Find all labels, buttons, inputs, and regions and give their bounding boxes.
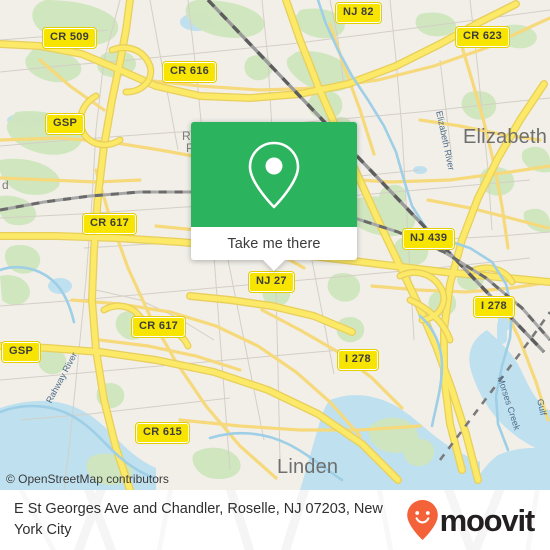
popup-footer[interactable]: Take me there <box>191 227 357 260</box>
map-canvas[interactable]: Roselle Park d Elizabeth Linden Elizabet… <box>0 0 550 490</box>
highway-shield-cr-617-north[interactable]: CR 617 <box>81 213 138 235</box>
moovit-wordmark: moovit <box>439 502 536 538</box>
highway-shield-cr-615[interactable]: CR 615 <box>134 422 191 444</box>
moovit-logo[interactable]: moovit <box>406 499 536 541</box>
highway-shield-nj-82[interactable]: NJ 82 <box>335 2 382 24</box>
take-me-there-label: Take me there <box>227 235 321 252</box>
popup-tail-pointer <box>263 260 285 271</box>
highway-shield-cr-616[interactable]: CR 616 <box>161 61 218 83</box>
location-popup-card[interactable]: Take me there <box>191 122 357 271</box>
highway-shield-i-278-south[interactable]: I 278 <box>337 349 379 371</box>
location-pin-icon <box>248 141 300 208</box>
highway-shield-cr-623[interactable]: CR 623 <box>454 26 511 48</box>
moovit-smiley-pin-icon <box>406 500 438 540</box>
highway-shield-cr-509[interactable]: CR 509 <box>41 27 98 49</box>
popup-header <box>191 122 357 227</box>
openstreetmap-attribution[interactable]: © OpenStreetMap contributors <box>6 472 169 486</box>
highway-shield-nj-27[interactable]: NJ 27 <box>248 271 295 293</box>
footer-bar: E St Georges Ave and Chandler, Roselle, … <box>0 490 550 550</box>
highway-shield-i-278-east[interactable]: I 278 <box>473 296 515 318</box>
moovit-map-screen: Roselle Park d Elizabeth Linden Elizabet… <box>0 0 550 550</box>
highway-shield-gsp-north[interactable]: GSP <box>44 113 86 135</box>
location-title: E St Georges Ave and Chandler, Roselle, … <box>14 501 383 538</box>
highway-shield-gsp-south[interactable]: GSP <box>0 341 42 363</box>
highway-shield-cr-617-south[interactable]: CR 617 <box>130 316 187 338</box>
highway-shield-nj-439[interactable]: NJ 439 <box>401 228 456 250</box>
